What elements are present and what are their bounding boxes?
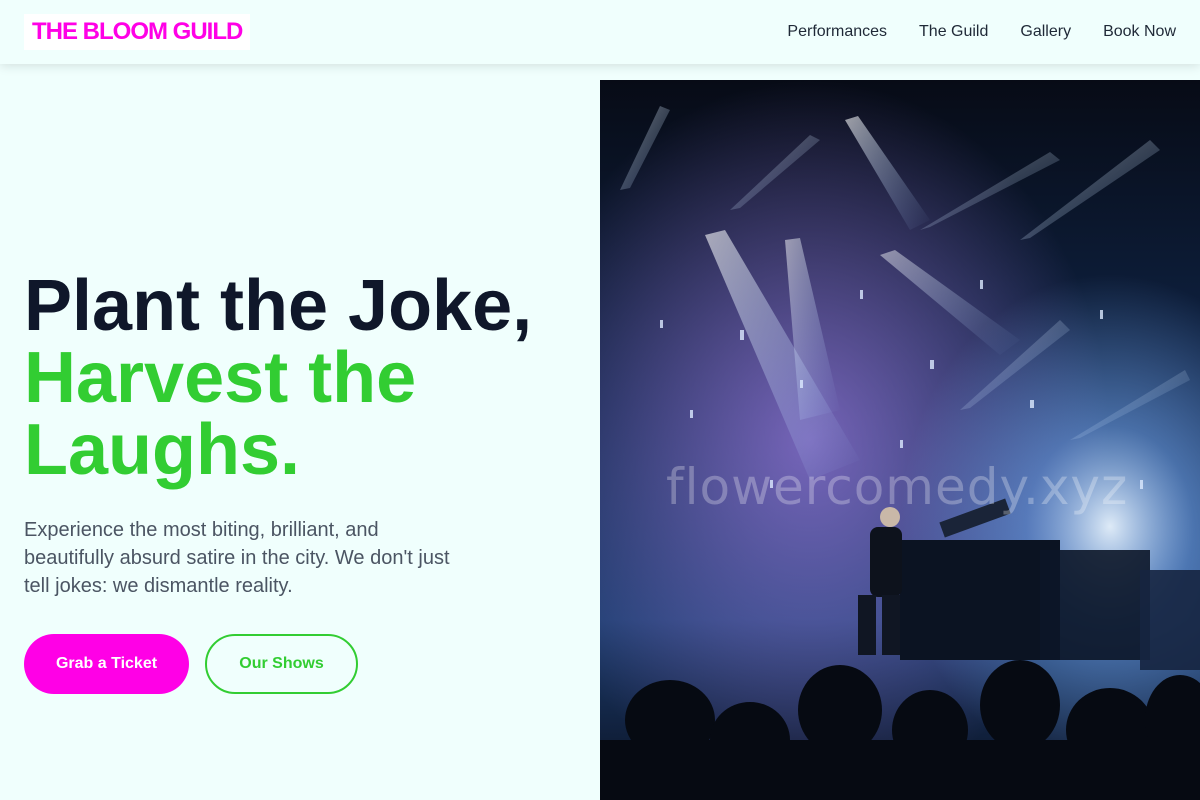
grab-ticket-button[interactable]: Grab a Ticket <box>24 634 189 694</box>
main-nav: Performances The Guild Gallery Book Now <box>787 23 1176 41</box>
hero-content: Plant the Joke, Harvest the Laughs. Expe… <box>24 270 584 694</box>
nav-link-gallery[interactable]: Gallery <box>1020 23 1071 41</box>
concert-stage-illustration <box>600 80 1200 800</box>
nav-link-the-guild[interactable]: The Guild <box>919 23 988 41</box>
our-shows-button[interactable]: Our Shows <box>205 634 358 694</box>
hero-concert-image: flowercomedy.xyz <box>600 80 1200 800</box>
site-logo[interactable]: THE BLOOM GUILD <box>24 14 251 50</box>
headline-line-2: Harvest the <box>24 338 417 418</box>
nav-link-book-now[interactable]: Book Now <box>1103 23 1176 41</box>
site-header: THE BLOOM GUILD Performances The Guild G… <box>0 0 1200 64</box>
hero-cta-group: Grab a Ticket Our Shows <box>24 634 584 694</box>
hero-description: Experience the most biting, brilliant, a… <box>24 519 450 597</box>
nav-link-performances[interactable]: Performances <box>787 23 887 41</box>
headline-line-3: Laughs. <box>24 410 301 490</box>
hero-headline: Plant the Joke, Harvest the Laughs. <box>24 270 584 486</box>
image-watermark: flowercomedy.xyz <box>666 458 1129 516</box>
headline-line-1: Plant the Joke, <box>24 266 533 346</box>
